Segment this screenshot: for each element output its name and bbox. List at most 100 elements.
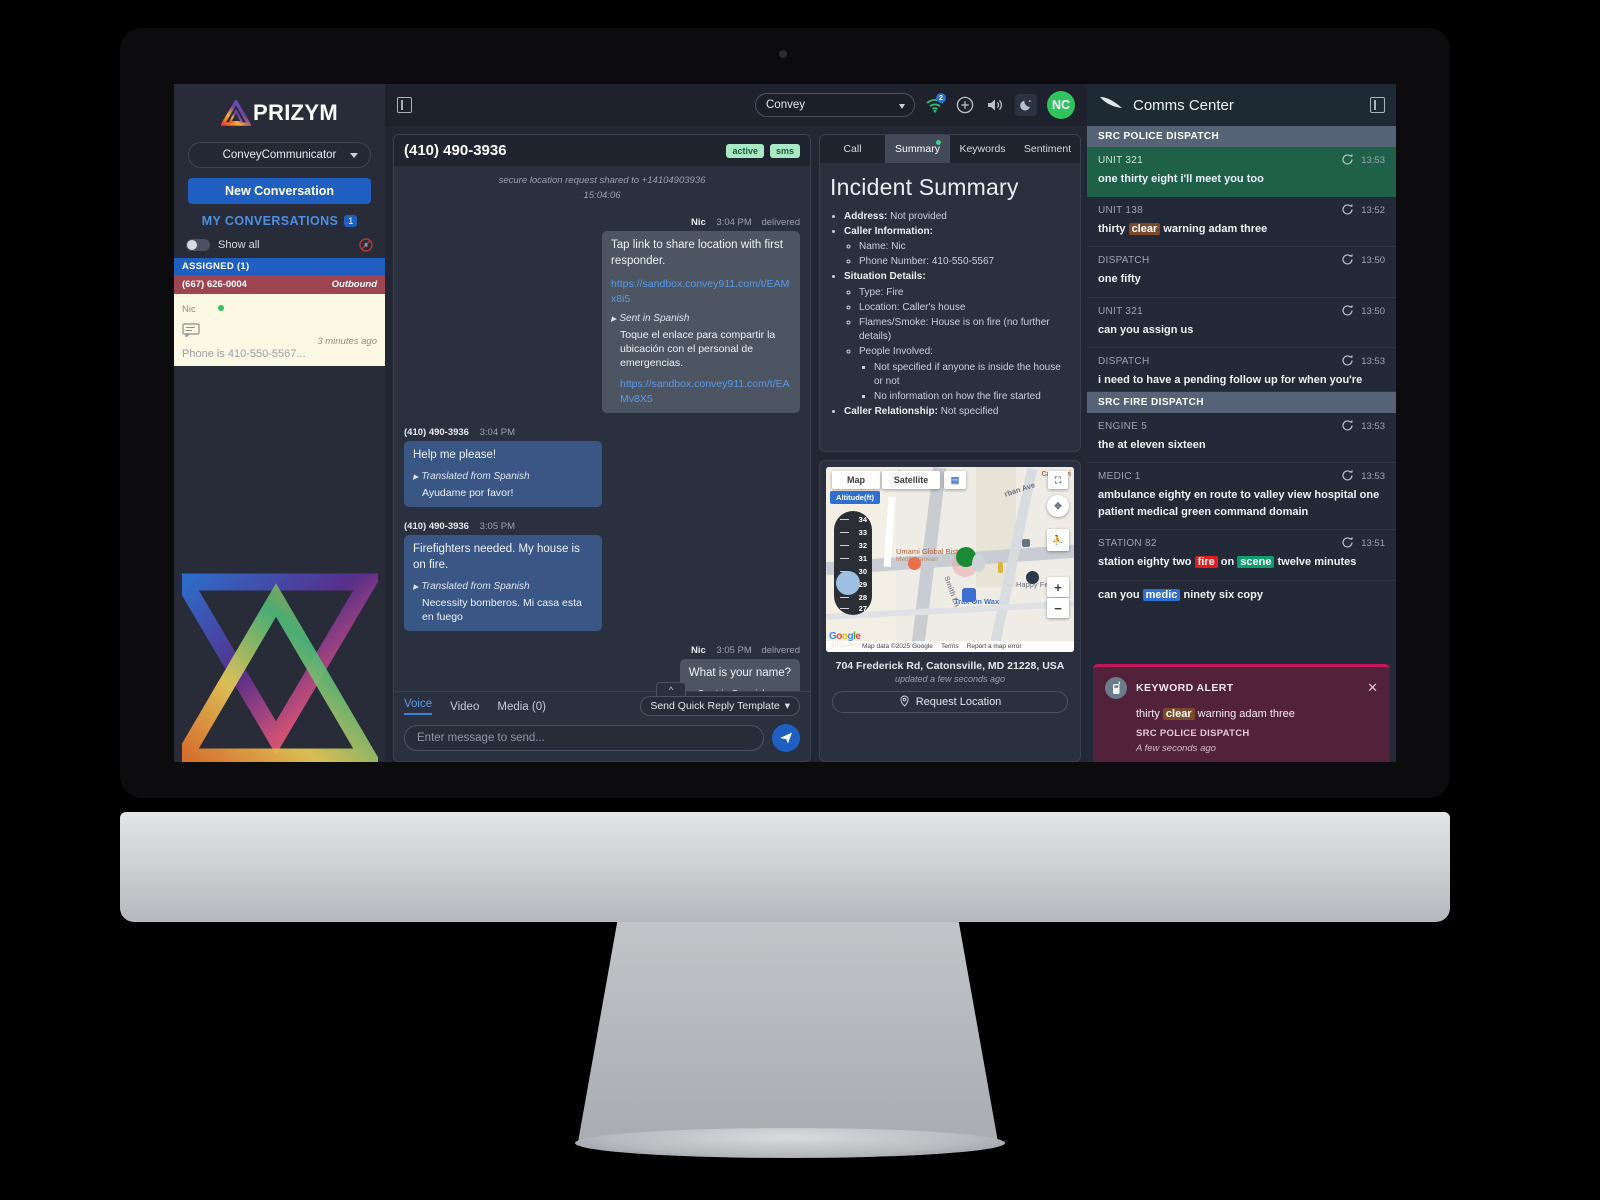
toggle-comms-panel-icon[interactable] [1370, 97, 1385, 113]
dark-mode-icon[interactable] [1015, 94, 1037, 116]
conversation-list-item[interactable]: (667) 626-0004 Outbound Nic 3 minutes ag… [174, 275, 385, 366]
account-select[interactable]: ConveyCommunicator [188, 142, 371, 168]
request-location-button[interactable]: Request Location [832, 691, 1068, 713]
map-zoom-in-button[interactable]: + [1047, 577, 1069, 597]
map-terms-link[interactable]: Terms [941, 643, 959, 650]
replay-icon[interactable] [1341, 469, 1354, 482]
replay-icon[interactable] [1341, 203, 1354, 216]
comms-message[interactable]: ENGINE 5 13:53 the at eleven sixteen [1087, 413, 1396, 463]
map-report-link[interactable]: Report a map error [967, 643, 1022, 650]
tab-summary[interactable]: Summary [885, 135, 950, 163]
comms-message[interactable]: UNIT 321 13:53 one thirty eight i'll mee… [1087, 147, 1396, 197]
comms-text: the at eleven sixteen [1098, 438, 1206, 451]
relationship-label: Caller Relationship: [844, 406, 938, 418]
online-status-dot [218, 304, 225, 311]
tab-media[interactable]: Media (0) [497, 701, 546, 713]
summary-content: Incident Summary Address: Not provided C… [820, 163, 1080, 428]
replay-icon[interactable] [1341, 419, 1354, 432]
summary-address-value: Not provided [890, 210, 947, 222]
keyword-scene: scene [1237, 556, 1275, 568]
translation-label: Sent in Spanish [619, 313, 690, 325]
conversation-panel: (410) 490-3936 active sms secure locatio… [393, 134, 811, 762]
comms-message[interactable]: UNIT 138 13:52 thirty clear warning adam… [1087, 197, 1396, 247]
wifi-badge-count: 2 [936, 93, 946, 103]
tab-voice[interactable]: Voice [404, 698, 433, 715]
translation-toggle[interactable]: ▶ Translated from Spanish [413, 470, 593, 484]
toggle-sidebar-icon[interactable] [397, 97, 412, 113]
new-conversation-button[interactable]: New Conversation [188, 178, 371, 204]
altitude-tick: 33 [858, 528, 867, 537]
message-row: (410) 490-3936 3:04 PM Help me please! ▶… [404, 427, 800, 508]
message-link[interactable]: https://sandbox.convey911.com/t/EAMx8i5 [611, 277, 791, 306]
comms-message[interactable]: STATION 82 13:51 station eighty two fire… [1087, 530, 1396, 581]
replay-icon[interactable] [1341, 304, 1354, 317]
map-view[interactable]: oenix Catonsvi rban Ave Smith Ln El Cuer… [826, 467, 1074, 652]
comms-text-part: warning adam three [1160, 222, 1268, 235]
quick-reply-dropdown[interactable]: Send Quick Reply Template ▾ [640, 696, 800, 716]
map-zoom-out-button[interactable]: − [1047, 598, 1069, 618]
conversation-header: (667) 626-0004 Outbound [174, 275, 385, 294]
wifi-icon[interactable]: 2 [925, 93, 946, 115]
message-meta: Nic 3:05 PM delivered [691, 645, 800, 656]
prizym-triangle-icon [220, 98, 253, 126]
message-time: 3:05 PM [716, 645, 752, 657]
replay-icon[interactable] [1341, 354, 1354, 367]
brand-logo: PRIZYM [174, 84, 385, 136]
map-recenter-icon[interactable]: ✥ [1047, 495, 1069, 517]
volume-icon[interactable] [985, 95, 1005, 115]
center-body: (410) 490-3936 active sms secure locatio… [385, 126, 1087, 762]
map-type-map-button[interactable]: Map [832, 471, 880, 489]
altitude-tick: 31 [858, 554, 867, 563]
map-layers-icon[interactable]: ▤ [944, 471, 966, 489]
replay-icon[interactable] [1341, 536, 1354, 549]
chevron-right-icon: ▶ [413, 583, 419, 591]
show-all-row: Show all [174, 234, 385, 258]
quick-reply-label: Send Quick Reply Template [650, 700, 780, 712]
replay-icon[interactable] [1341, 253, 1354, 266]
comms-text: one fifty [1098, 273, 1141, 285]
summary-caller-label: Caller Information: [844, 225, 933, 237]
add-icon[interactable] [955, 95, 975, 115]
message-sender: Nic [690, 217, 706, 229]
mute-notifications-icon[interactable] [359, 238, 373, 252]
close-icon[interactable]: ✕ [1367, 680, 1378, 696]
tab-call[interactable]: Call [820, 135, 885, 163]
tab-sentiment[interactable]: Sentiment [1015, 135, 1080, 163]
translation-toggle[interactable]: ▶Sent in Spanish [611, 312, 791, 326]
comms-text-part: thirty [1098, 222, 1129, 235]
convey-select[interactable]: Convey [755, 93, 915, 117]
comms-text: i need to have a pending follow up for w… [1098, 374, 1363, 386]
summary-relationship: Caller Relationship: Not specified [844, 405, 1070, 419]
message-time: 3:04 PM [716, 217, 752, 229]
location-address: 704 Frederick Rd, Catonsville, MD 21228,… [835, 660, 1065, 672]
map-attribution-bar: Map data ©2025 Google Terms Report a map… [826, 641, 1074, 652]
send-button[interactable] [772, 724, 800, 752]
user-avatar[interactable]: NC [1047, 91, 1075, 119]
translation-link[interactable]: https://sandbox.convey911.com/t/EAMv8X5 [611, 377, 791, 406]
conversation-phone: (667) 626-0004 [182, 279, 247, 290]
message-list[interactable]: secure location request shared to +14104… [394, 166, 810, 691]
show-all-toggle[interactable] [186, 239, 210, 251]
comms-message-partial[interactable]: can you medic ninety six copy [1087, 581, 1396, 609]
replay-icon[interactable] [1341, 153, 1354, 166]
comms-message[interactable]: DISPATCH 13:53 i need to have a pending … [1087, 348, 1396, 392]
altitude-tick: 28 [858, 593, 867, 602]
comms-header: Comms Center [1087, 84, 1396, 126]
tab-video[interactable]: Video [450, 701, 479, 713]
app-screen: PRIZYM ConveyCommunicator New Conversati… [174, 84, 1396, 762]
translation-toggle[interactable]: ▶ Translated from Spanish [413, 580, 593, 594]
map-pegman-icon[interactable]: ⛹ [1047, 529, 1069, 551]
status-badge: active [726, 143, 764, 158]
comms-message[interactable]: MEDIC 1 13:53 ambulance eighty en route … [1087, 463, 1396, 530]
comms-message[interactable]: DISPATCH 13:50 one fifty [1087, 247, 1396, 298]
chevron-right-icon: ▶ [611, 316, 617, 324]
altitude-label: Altitude(ft) [830, 491, 880, 504]
map-fullscreen-icon[interactable]: ⛶ [1048, 471, 1068, 489]
comms-message[interactable]: UNIT 321 13:50 can you assign us [1087, 298, 1396, 348]
tab-keywords[interactable]: Keywords [950, 135, 1015, 163]
system-note-time: 15:04:06 [583, 189, 621, 201]
message-input[interactable]: Enter message to send... [404, 725, 764, 751]
message-row: Nic 3:05 PM delivered What is your name?… [404, 645, 800, 691]
comms-text-part: station eighty two [1098, 556, 1195, 568]
map-type-satellite-button[interactable]: Satellite [882, 471, 940, 489]
